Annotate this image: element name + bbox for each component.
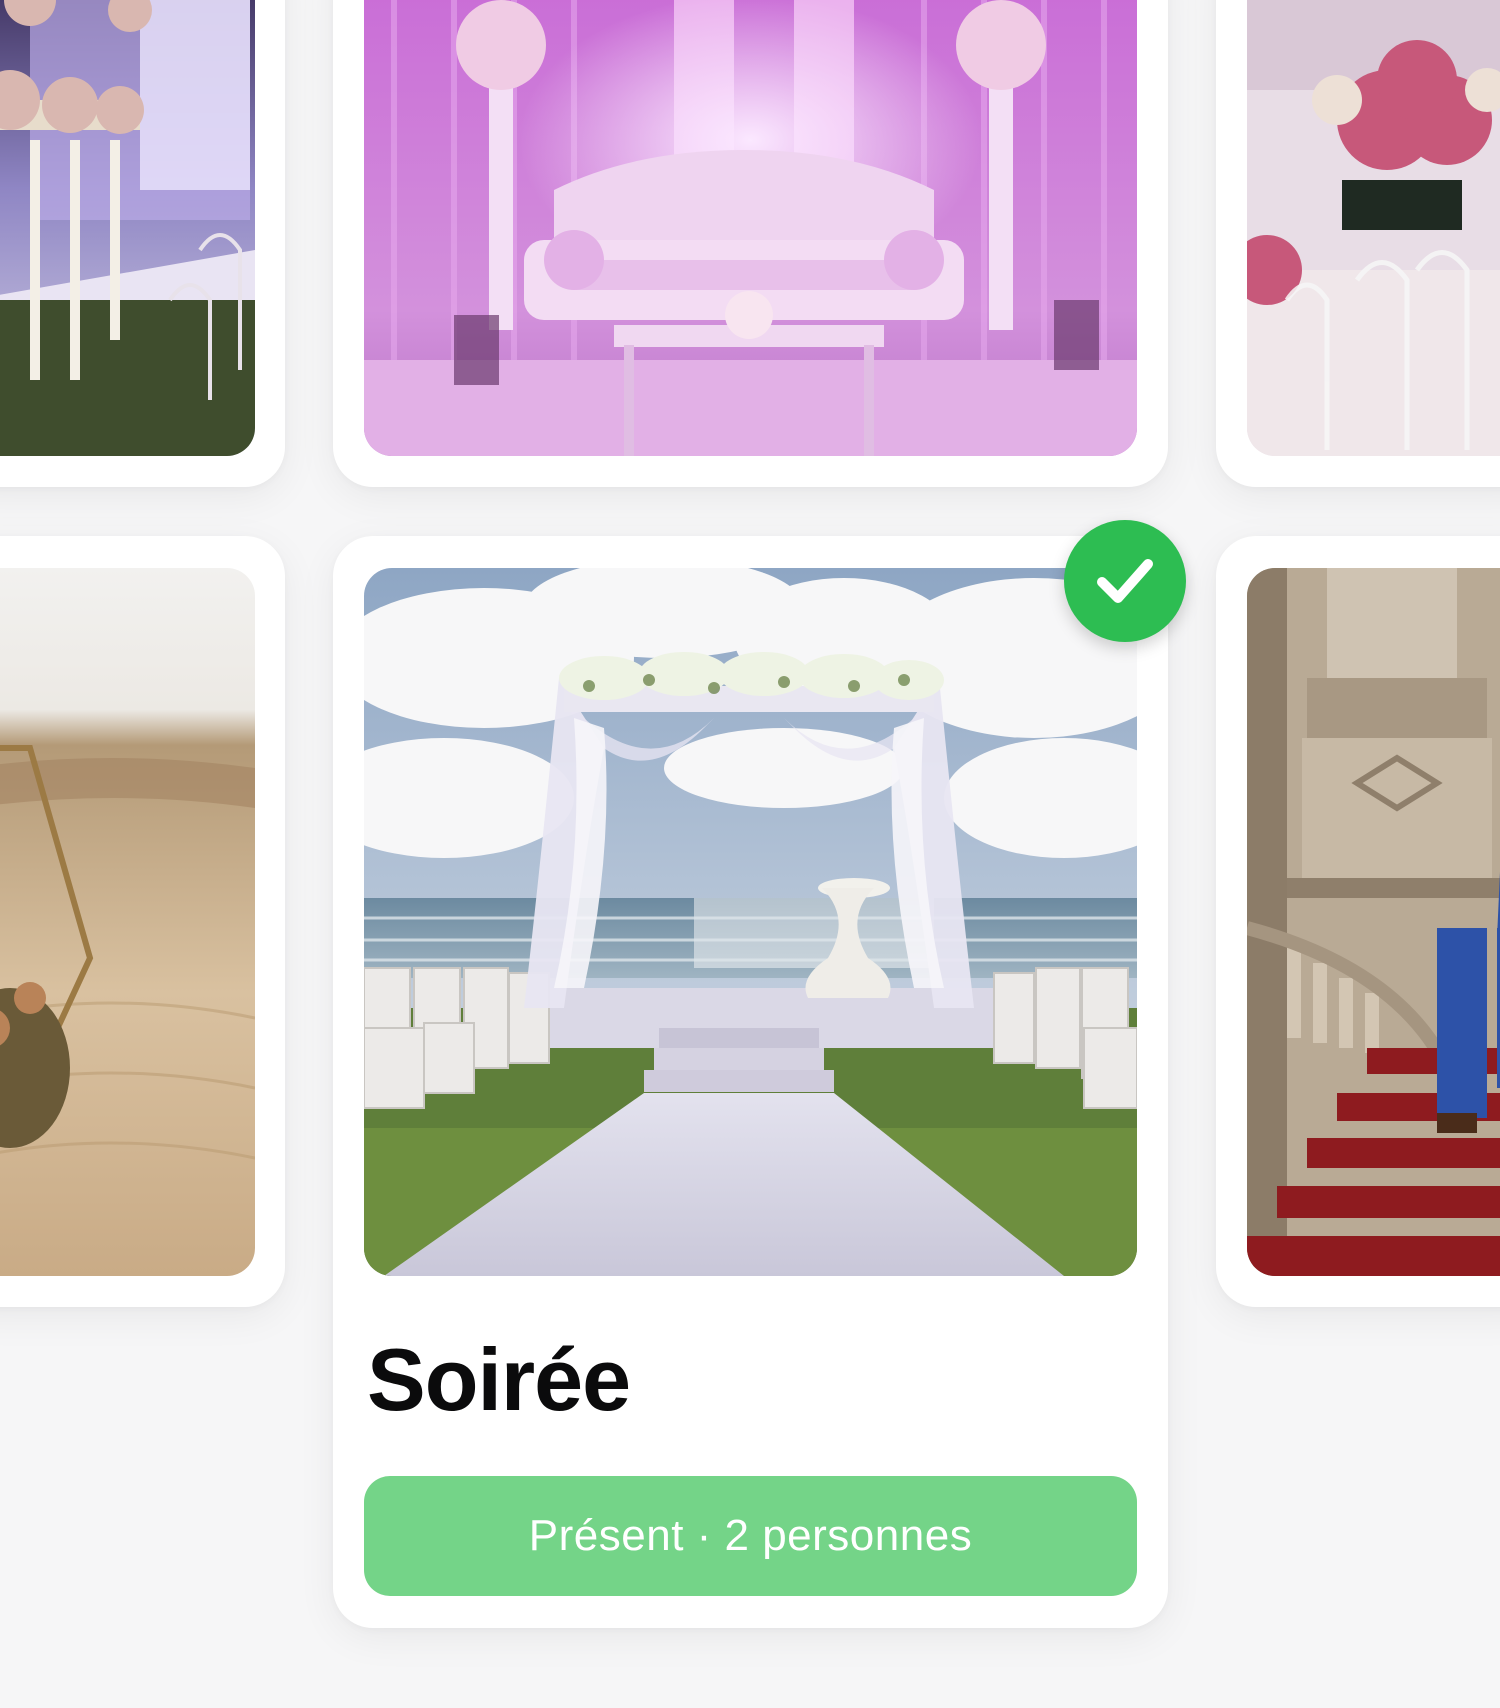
event-photo-flower-arch bbox=[0, 0, 255, 456]
event-photo-purple-lounge bbox=[364, 0, 1137, 456]
event-photo-table-centerpiece bbox=[1247, 0, 1500, 456]
event-photo-grand-staircase bbox=[1247, 568, 1500, 1276]
event-photo-desert-arch bbox=[0, 568, 255, 1276]
event-card-bottom-left[interactable] bbox=[0, 536, 285, 1307]
event-card-bottom-right[interactable] bbox=[1216, 536, 1500, 1307]
selected-check-badge bbox=[1064, 520, 1186, 642]
event-card-top-left[interactable] bbox=[0, 0, 285, 487]
event-card-top-center[interactable] bbox=[333, 0, 1168, 487]
attendance-status-button[interactable]: Présent · 2 personnes bbox=[364, 1476, 1137, 1596]
event-photo-beach-ceremony bbox=[364, 568, 1137, 1276]
event-card-soiree[interactable]: Soirée Présent · 2 personnes bbox=[333, 536, 1168, 1628]
event-title: Soirée bbox=[367, 1330, 631, 1429]
event-card-top-right[interactable] bbox=[1216, 0, 1500, 487]
checkmark-icon bbox=[1097, 559, 1153, 603]
